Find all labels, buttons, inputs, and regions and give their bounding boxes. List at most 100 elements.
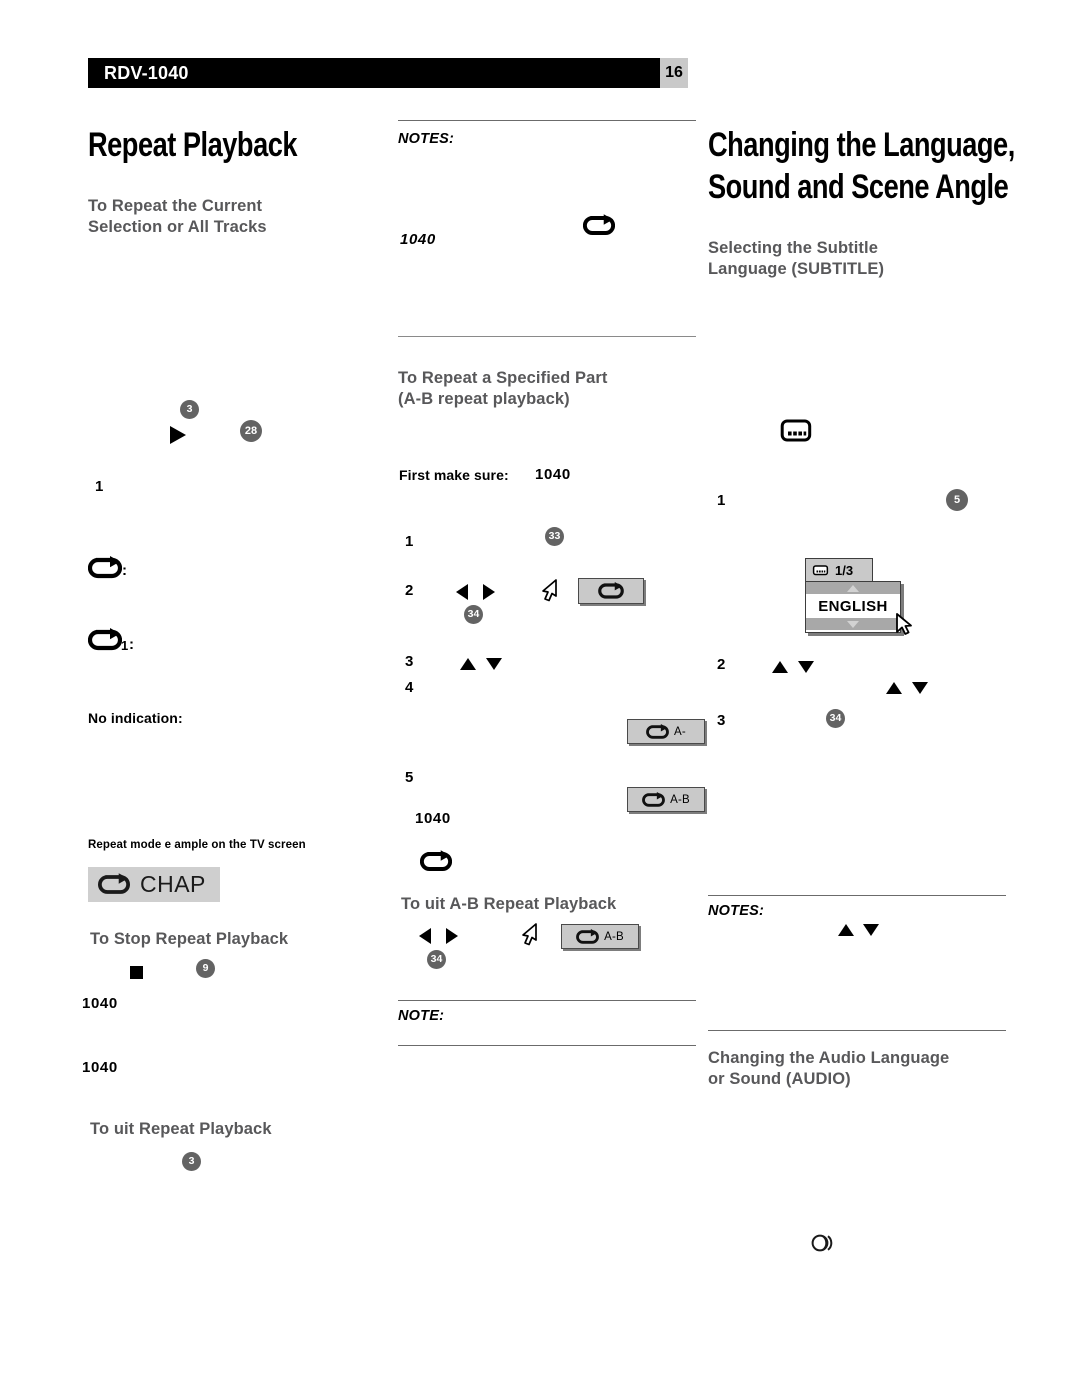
model-ref-exit: 1040 xyxy=(82,1059,118,1076)
divider-audio-section xyxy=(708,1030,1006,1031)
osd-subtitle-header: 1/3 xyxy=(805,558,873,582)
right-column: Changing the Language, Sound and Scene A… xyxy=(708,110,1015,1310)
step-number-ab-1: 1 xyxy=(405,533,414,550)
repeat-a-key-label: A- xyxy=(674,725,686,738)
ref-badge-sub-step3: 34 xyxy=(826,709,845,728)
step-number-1: 1 xyxy=(95,478,104,495)
osd-scroll-down-row[interactable] xyxy=(806,618,900,630)
left-arrow-icon-exit xyxy=(419,928,431,944)
down-arrow-icon-note xyxy=(863,924,879,936)
down-arrow-icon-sub xyxy=(798,661,814,673)
step-number-ab-4: 4 xyxy=(405,679,414,696)
osd-chap-label: CHAP xyxy=(140,871,206,897)
repeat-all-colon: : xyxy=(122,562,127,579)
section-heading-exit-ab: To uit A-B Repeat Playback xyxy=(401,895,617,913)
osd-subtitle-body: ENGLISH xyxy=(805,581,901,633)
divider-notes-right xyxy=(708,895,1006,896)
section-heading-subtitle-l2: Language (SUBTITLE) xyxy=(708,260,885,278)
subtitle-screen-icon xyxy=(780,418,812,449)
ref-badge-repeat-page: 28 xyxy=(240,420,262,442)
note-label-middle: NOTE: xyxy=(398,1008,445,1024)
section-heading-audio-l1: Changing the Audio Language xyxy=(708,1049,950,1067)
section-heading-audio-l2: or Sound (AUDIO) xyxy=(708,1070,851,1088)
no-indication-label: No indication: xyxy=(88,710,183,726)
divider-note-bottom xyxy=(398,1000,696,1001)
osd-selected-language-row[interactable]: ENGLISH xyxy=(806,594,900,618)
left-column: Repeat Playback To Repeat the Current Se… xyxy=(82,110,388,1310)
middle-column: NOTES: 1040 To Repeat a Specified Part (… xyxy=(398,110,705,1310)
page-number-badge: 16 xyxy=(660,58,688,88)
step-number-ab-3: 3 xyxy=(405,653,414,670)
repeat-key-button[interactable] xyxy=(578,578,644,604)
divider-ab-section xyxy=(398,336,696,337)
ref-badge-exit-ab: 34 xyxy=(427,950,446,969)
ref-badge-ab-step2: 34 xyxy=(464,605,483,624)
notes-label-middle: NOTES: xyxy=(398,131,454,147)
section-heading-exit-repeat: To uit Repeat Playback xyxy=(90,1120,272,1138)
ref-badge-play-page: 3 xyxy=(180,400,199,419)
play-triangle-icon xyxy=(170,426,186,444)
repeat-a-key-button[interactable]: A- xyxy=(627,719,705,744)
model-ref-ab: 1040 xyxy=(415,810,451,827)
up-arrow-icon-sub xyxy=(772,661,788,673)
repeat-loop-icon-ab xyxy=(420,850,452,873)
repeat-one-number: 1 xyxy=(121,638,129,653)
ref-badge-ab-step1: 33 xyxy=(545,527,564,546)
mouse-cursor-icon-osd xyxy=(891,612,915,641)
osd-scroll-up-row[interactable] xyxy=(806,582,900,594)
manual-page: RDV-1040 16 Repeat Playback To Repeat th… xyxy=(0,0,1080,1397)
divider-note-bottom-2 xyxy=(398,1045,696,1046)
step-number-ab-5: 5 xyxy=(405,769,414,786)
audio-waves-icon xyxy=(810,1232,844,1259)
first-make-sure-model: 1040 xyxy=(535,466,571,483)
repeat-ab-exit-key-label: A-B xyxy=(604,930,624,943)
model-ref-note: 1040 xyxy=(400,231,436,248)
chevron-down-icon xyxy=(847,620,859,628)
repeat-loop-icon-note xyxy=(583,214,615,237)
repeat-one-icon xyxy=(88,628,122,652)
up-arrow-icon xyxy=(460,658,476,670)
right-arrow-icon-exit xyxy=(446,928,458,944)
divider-top-notes xyxy=(398,120,696,121)
step-number-sub-1: 1 xyxy=(717,492,726,509)
section-heading-subtitle-l1: Selecting the Subtitle xyxy=(708,239,878,257)
notes-label-right: NOTES: xyxy=(708,903,764,919)
step-number-sub-2: 2 xyxy=(717,656,726,673)
page-title-right-l2: Sound and Scene Angle xyxy=(708,168,1009,206)
model-name: RDV-1040 xyxy=(104,63,189,83)
step-number-ab-2: 2 xyxy=(405,582,414,599)
down-arrow-icon xyxy=(486,658,502,670)
step-number-sub-3: 3 xyxy=(717,712,726,729)
ref-badge-sub-step1: 5 xyxy=(946,489,968,511)
repeat-one-colon: : xyxy=(129,636,134,653)
up-arrow-icon-sub-2 xyxy=(886,682,902,694)
chevron-up-icon xyxy=(847,584,859,592)
down-arrow-icon-sub-2 xyxy=(912,682,928,694)
repeat-ab-exit-key-button[interactable]: A-B xyxy=(561,924,639,949)
tv-screen-caption: Repeat mode e ample on the TV screen xyxy=(88,839,306,851)
header-bar: RDV-1040 xyxy=(88,58,688,88)
model-ref-stop: 1040 xyxy=(82,995,118,1012)
ref-badge-exit-page: 3 xyxy=(182,1152,201,1171)
ref-badge-stop-page: 9 xyxy=(196,959,215,978)
repeat-loop-icon xyxy=(98,873,130,896)
section-heading-stop-repeat: To Stop Repeat Playback xyxy=(90,930,289,948)
repeat-all-icon xyxy=(88,556,122,580)
page-title: Repeat Playback xyxy=(88,126,298,164)
page-title-right-l1: Changing the Language, xyxy=(708,126,1015,164)
section-heading-repeat-current-l1: To Repeat the Current xyxy=(88,197,263,215)
up-arrow-icon-note xyxy=(838,924,854,936)
section-heading-repeat-current-l2: Selection or All Tracks xyxy=(88,218,267,236)
section-heading-ab-repeat-l1: To Repeat a Specified Part xyxy=(398,369,608,387)
osd-subtitle-panel: 1/3 ENGLISH xyxy=(805,558,915,638)
osd-repeat-chap-box: CHAP xyxy=(88,867,220,902)
section-heading-ab-repeat-l2: (A-B repeat playback) xyxy=(398,390,570,408)
stop-square-icon xyxy=(130,966,143,979)
osd-language-value: ENGLISH xyxy=(818,597,888,615)
subtitle-screen-icon-small xyxy=(812,564,829,575)
osd-page-indicator: 1/3 xyxy=(835,562,854,578)
first-make-sure-label: First make sure: xyxy=(399,467,509,483)
mouse-cursor-icon-exit xyxy=(518,922,542,951)
repeat-ab-key-button[interactable]: A-B xyxy=(627,787,705,812)
right-arrow-icon xyxy=(483,584,495,600)
